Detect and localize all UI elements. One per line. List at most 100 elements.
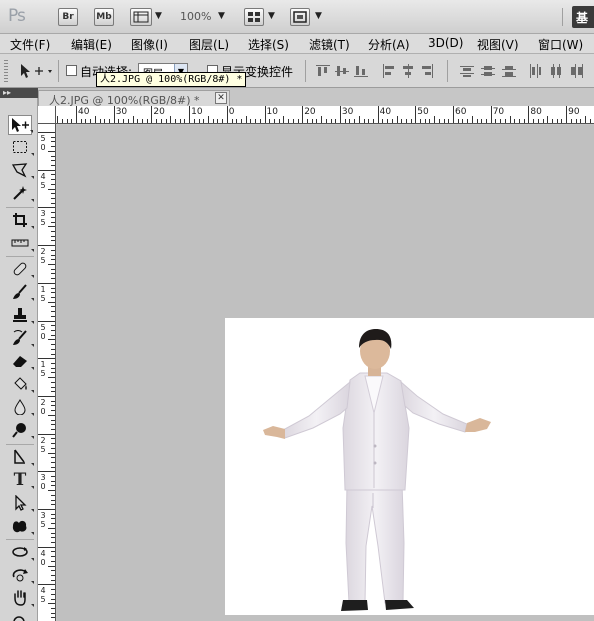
ruler-tick	[424, 119, 426, 123]
menu-edit[interactable]: 编辑(E)	[71, 36, 112, 53]
distribute-bottom-edges-icon[interactable]	[502, 64, 516, 78]
document-tooltip: 人2.JPG @ 100%(RGB/8#) *	[96, 72, 247, 87]
ruler-tick	[51, 494, 55, 496]
arrange-dropdown-icon[interactable]: ▼	[268, 11, 275, 21]
distribute-top-edges-icon[interactable]	[460, 64, 474, 78]
menu-select[interactable]: 选择(S)	[248, 36, 289, 53]
ruler-label: 4	[40, 586, 46, 596]
zoom-level[interactable]: 100%	[180, 10, 211, 23]
brush-tool-button[interactable]	[8, 282, 34, 302]
ruler-label: 3	[40, 209, 46, 219]
view-extras-button[interactable]	[130, 8, 152, 26]
menu-layer[interactable]: 图层(L)	[189, 36, 229, 53]
distribute-right-edges-icon[interactable]	[570, 64, 584, 78]
workspace-switcher-button[interactable]: 基	[572, 6, 594, 28]
hand-tool-button[interactable]	[8, 588, 34, 608]
auto-select-checkbox[interactable]	[66, 65, 77, 76]
ruler-tick	[51, 424, 55, 426]
3d-rotate-tool-button[interactable]	[8, 542, 34, 562]
ruler-tick	[51, 141, 55, 143]
zoom-tool-button[interactable]	[8, 611, 32, 621]
distribute-horizontal-centers-icon[interactable]	[549, 64, 563, 78]
path-selection-tool-button[interactable]	[8, 493, 34, 513]
arrange-documents-button[interactable]	[244, 8, 264, 26]
ruler-tick	[109, 119, 110, 123]
ruler-tick	[48, 452, 55, 454]
distribute-left-edges-icon[interactable]	[528, 64, 542, 78]
align-horizontal-centers-icon[interactable]	[401, 64, 415, 78]
ruler-tick	[217, 119, 219, 123]
horizontal-ruler[interactable]: 40 30 20 10 0 10 20 30 40 50 60 70 80 90	[56, 106, 594, 124]
menu-3d[interactable]: 3D(D)	[428, 36, 463, 50]
ruler-tick	[113, 106, 115, 123]
blur-tool-button[interactable]	[8, 397, 34, 417]
menu-view[interactable]: 视图(V)	[477, 36, 519, 53]
eraser-tool-button[interactable]	[8, 351, 34, 371]
launch-bridge-button[interactable]: Br	[58, 8, 78, 26]
tools-panel-collapse-icon[interactable]: ▸▸	[0, 88, 38, 98]
document-tab[interactable]: 人2.JPG @ 100%(RGB/8#) *	[38, 90, 230, 107]
move-tool-button[interactable]	[8, 115, 33, 135]
menu-filter[interactable]: 滤镜(T)	[309, 36, 350, 53]
ruler-tick	[61, 119, 63, 123]
menu-image[interactable]: 图像(I)	[131, 36, 168, 53]
clone-stamp-tool-button[interactable]	[8, 305, 34, 325]
tool-preset-picker[interactable]	[18, 62, 54, 83]
ruler-tick	[51, 461, 55, 463]
ruler-tick	[434, 116, 436, 123]
toolbar-divider	[6, 539, 34, 540]
document-canvas[interactable]	[225, 318, 594, 615]
vertical-ruler[interactable]: 50453525155015202530354045	[38, 124, 56, 621]
ruler-label: 5	[40, 218, 46, 228]
ruler-tool-button[interactable]	[8, 233, 34, 253]
ruler-label: 80	[530, 107, 542, 117]
dodge-tool-button[interactable]	[8, 420, 34, 440]
ruler-tick	[51, 160, 55, 162]
zoom-dropdown-icon[interactable]: ▼	[218, 11, 225, 21]
ruler-tick	[236, 119, 238, 123]
3d-orbit-tool-button[interactable]	[8, 565, 34, 585]
close-icon[interactable]: ✕	[215, 92, 227, 104]
ruler-tick	[240, 119, 242, 123]
menu-analysis[interactable]: 分析(A)	[368, 36, 410, 53]
magic-wand-tool-button[interactable]	[8, 183, 34, 203]
align-vertical-centers-icon[interactable]	[335, 64, 349, 78]
marquee-tool-icon	[13, 141, 27, 153]
ruler-tick	[203, 119, 205, 123]
align-right-edges-icon[interactable]	[420, 64, 434, 78]
ruler-tick	[339, 106, 341, 123]
ruler-tick	[142, 119, 143, 123]
ruler-label: 5	[40, 180, 46, 190]
history-brush-tool-button[interactable]	[8, 328, 34, 348]
type-tool-button[interactable]: T	[8, 470, 34, 490]
ruler-origin[interactable]	[38, 106, 56, 124]
ruler-tick	[51, 560, 55, 562]
screen-mode-button[interactable]	[290, 8, 310, 26]
ruler-label: 40	[379, 107, 392, 117]
ruler-tick	[51, 466, 55, 468]
screen-mode-dropdown-icon[interactable]: ▼	[315, 11, 322, 21]
ruler-label: 10	[191, 107, 203, 117]
distribute-vertical-centers-icon[interactable]	[481, 64, 495, 78]
launch-mini-bridge-button[interactable]: Mb	[94, 8, 114, 26]
menu-window[interactable]: 窗口(W)	[538, 36, 583, 53]
lasso-tool-button[interactable]	[8, 160, 34, 180]
custom-shape-tool-button[interactable]	[8, 516, 34, 536]
align-top-edges-icon[interactable]	[316, 64, 330, 78]
ruler-tick	[51, 367, 55, 369]
pen-tool-button[interactable]	[8, 447, 34, 467]
view-extras-dropdown-icon[interactable]: ▼	[155, 11, 162, 21]
ruler-tick	[48, 150, 55, 152]
ruler-tick	[48, 226, 55, 228]
marquee-tool-button[interactable]	[8, 137, 34, 157]
options-bar-grip[interactable]	[4, 60, 8, 82]
ruler-tick	[51, 476, 55, 477]
ruler-tick	[51, 400, 55, 402]
healing-brush-tool-button[interactable]	[8, 259, 34, 279]
align-bottom-edges-icon[interactable]	[354, 64, 368, 78]
menu-file[interactable]: 文件(F)	[10, 36, 50, 53]
crop-tool-button[interactable]	[8, 210, 34, 230]
paint-bucket-tool-button[interactable]	[8, 374, 34, 394]
align-left-edges-icon[interactable]	[382, 64, 396, 78]
ruler-tick	[448, 119, 450, 123]
